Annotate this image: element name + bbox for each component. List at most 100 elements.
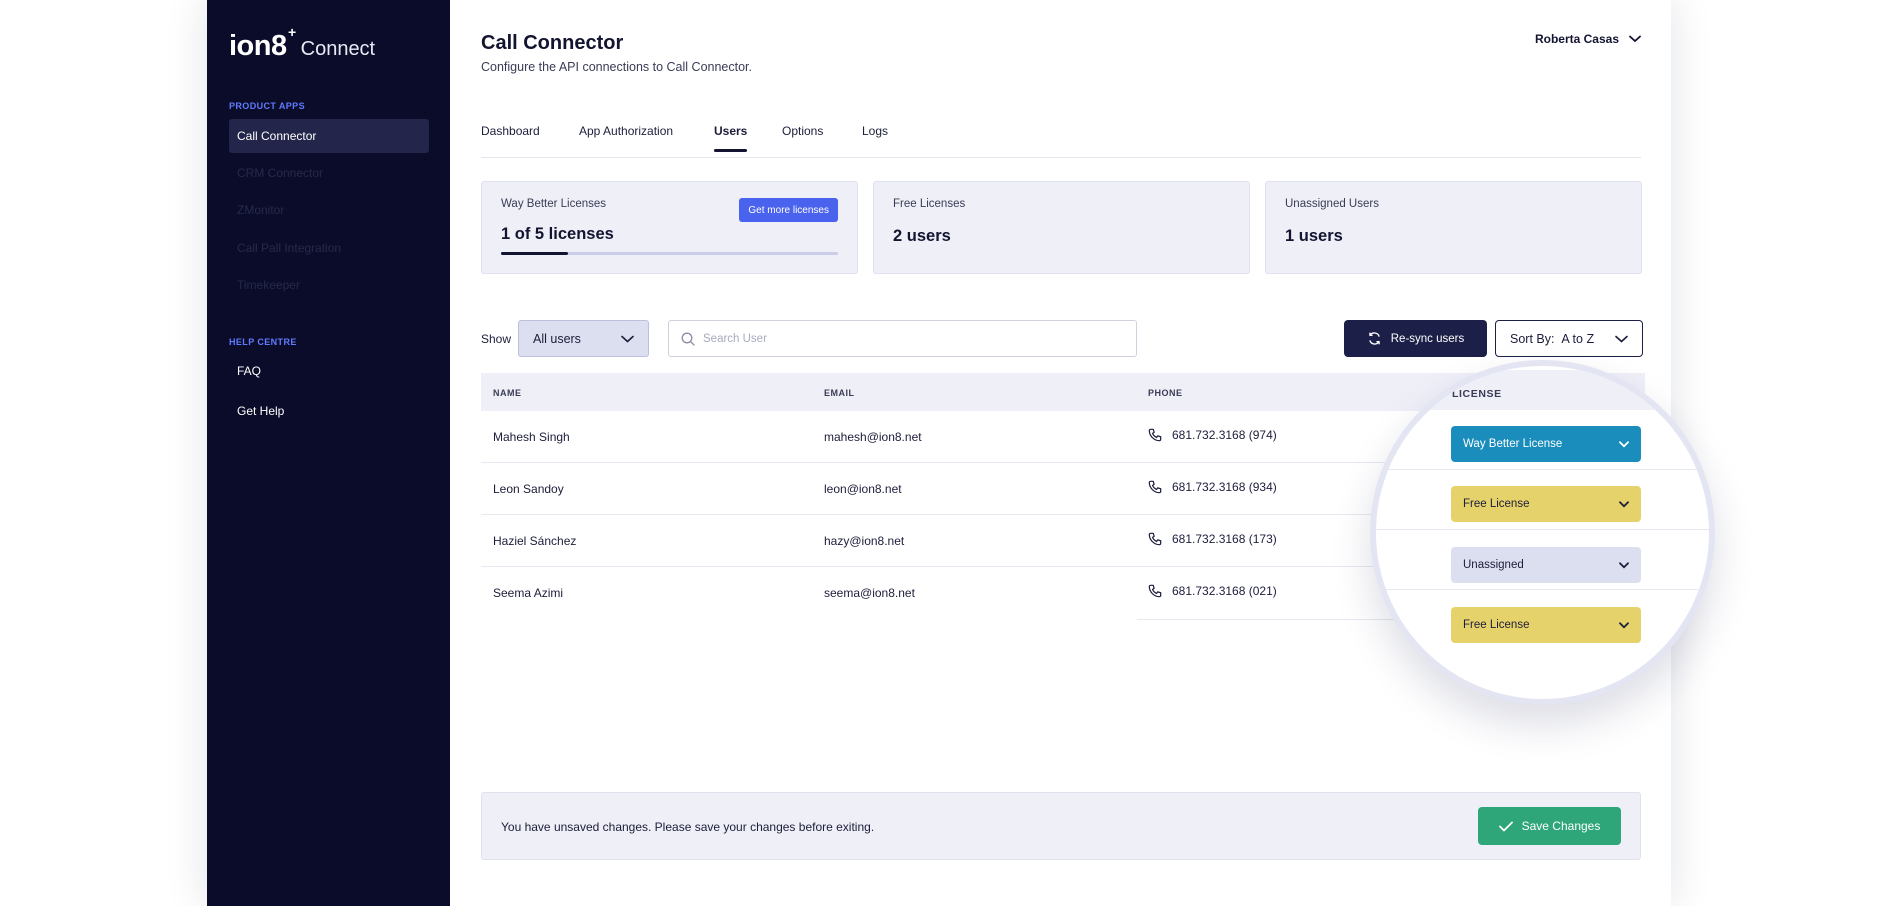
header-name: NAME <box>493 388 522 398</box>
phone-icon <box>1148 480 1162 494</box>
sidebar-item-get-help[interactable]: Get Help <box>229 394 429 428</box>
phone-icon <box>1148 584 1162 598</box>
chevron-down-icon <box>1619 500 1629 507</box>
user-phone-cell: 681.732.3168 (173) <box>1148 532 1277 546</box>
search-input[interactable] <box>703 332 1123 345</box>
license-value: Free License <box>1463 619 1530 631</box>
card-value: 2 users <box>893 227 951 245</box>
user-phone-cell: 681.732.3168 (934) <box>1148 480 1277 494</box>
sort-by-select[interactable]: Sort By: A to Z <box>1495 320 1643 357</box>
save-label: Save Changes <box>1521 819 1601 833</box>
resync-users-button[interactable]: Re-sync users <box>1344 320 1487 357</box>
resync-label: Re-sync users <box>1390 332 1465 345</box>
help-centre-label: HELP CENTRE <box>229 337 297 347</box>
user-menu[interactable]: Roberta Casas <box>1535 32 1641 46</box>
tab-users[interactable]: Users <box>714 124 748 158</box>
logo-mark: ion8 + <box>229 24 296 63</box>
chevron-down-icon <box>1629 35 1641 43</box>
card-value: 1 users <box>1285 227 1343 245</box>
product-apps-label: PRODUCT APPS <box>229 101 305 111</box>
search-icon <box>681 332 695 346</box>
search-box <box>668 320 1137 357</box>
license-value: Free License <box>1463 498 1530 510</box>
user-name-cell: Mahesh Singh <box>493 430 570 444</box>
license-select-seema[interactable]: Free License <box>1451 607 1641 643</box>
logo-plus: + <box>287 24 296 40</box>
card-label: Free Licenses <box>893 198 966 210</box>
license-magnifier: LICENSE Way Better License Free License … <box>1370 360 1715 705</box>
sidebar-item-call-pall-integration[interactable]: Call Pall Integration <box>229 231 429 265</box>
user-email-cell: seema@ion8.net <box>824 586 915 600</box>
page-subtitle: Configure the API connections to Call Co… <box>481 60 752 74</box>
sidebar-item-faq[interactable]: FAQ <box>229 354 429 388</box>
tab-app-authorization[interactable]: App Authorization <box>579 124 673 158</box>
phone-number: 681.732.3168 (934) <box>1172 480 1277 494</box>
chevron-down-icon <box>1619 561 1629 568</box>
sidebar: ion8 + Connect PRODUCT APPS Call Connecto… <box>207 0 450 906</box>
user-name: Roberta Casas <box>1534 32 1619 46</box>
magnifier-content: LICENSE Way Better License Free License … <box>1376 366 1709 699</box>
tab-bar: Dashboard App Authorization Users Option… <box>481 124 1641 158</box>
chevron-down-icon <box>1615 335 1628 343</box>
license-value: Way Better License <box>1463 438 1563 450</box>
magnifier-header <box>1376 370 1709 410</box>
header-phone: PHONE <box>1148 388 1183 398</box>
page-title: Call Connector <box>481 32 624 54</box>
phone-number: 681.732.3168 (173) <box>1172 532 1277 546</box>
user-email-cell: hazy@ion8.net <box>824 534 905 548</box>
card-value: 1 of 5 licenses <box>501 225 614 243</box>
card-free-licenses: Free Licenses 2 users <box>873 181 1250 274</box>
license-select-mahesh[interactable]: Way Better License <box>1451 426 1641 462</box>
row-divider <box>1376 529 1709 530</box>
tab-options[interactable]: Options <box>782 124 823 158</box>
brand-logo: ion8 + Connect <box>229 24 376 63</box>
phone-icon <box>1148 428 1162 442</box>
card-label: Unassigned Users <box>1285 198 1379 210</box>
card-unassigned-users: Unassigned Users 1 users <box>1265 181 1642 274</box>
chevron-down-icon <box>1619 440 1629 447</box>
show-label: Show <box>481 332 512 346</box>
license-value: Unassigned <box>1463 559 1524 571</box>
user-email-cell: mahesh@ion8.net <box>824 430 922 444</box>
row-divider <box>1376 589 1709 590</box>
user-email-cell: leon@ion8.net <box>824 482 902 496</box>
card-label: Way Better Licenses <box>501 198 607 210</box>
show-users-value: All users <box>533 331 581 346</box>
card-way-better-licenses: Way Better Licenses Get more licenses 1 … <box>481 181 858 274</box>
show-users-select[interactable]: All users <box>518 320 649 357</box>
sync-icon <box>1368 332 1380 345</box>
sidebar-item-timekeeper[interactable]: Timekeeper <box>229 268 429 302</box>
row-divider <box>1376 469 1709 470</box>
license-select-haziel[interactable]: Unassigned <box>1451 547 1641 583</box>
unsaved-changes-bar: You have unsaved changes. Please save yo… <box>481 792 1641 860</box>
header-email: EMAIL <box>824 388 855 398</box>
license-progress-bar <box>501 252 838 255</box>
license-progress-fill <box>501 252 569 255</box>
filter-bar: Show All users Re-sync users Sort By: A … <box>481 319 1643 359</box>
sort-value: A to Z <box>1561 331 1595 346</box>
sidebar-item-crm-connector[interactable]: CRM Connector <box>229 156 429 190</box>
user-name-cell: Seema Azimi <box>493 586 564 600</box>
user-phone-cell: 681.732.3168 (974) <box>1148 428 1277 442</box>
sidebar-item-zmonitor[interactable]: ZMonitor <box>229 193 429 227</box>
phone-number: 681.732.3168 (021) <box>1172 584 1277 598</box>
phone-icon <box>1148 532 1162 546</box>
header-license: LICENSE <box>1452 388 1502 400</box>
logo-text: ion8 <box>229 30 287 62</box>
chevron-down-icon <box>621 335 634 343</box>
user-name-cell: Haziel Sánchez <box>493 534 577 548</box>
sort-by-text: Sort By: A to Z <box>1510 332 1594 346</box>
get-more-licenses-button[interactable]: Get more licenses <box>739 198 838 222</box>
tab-dashboard[interactable]: Dashboard <box>481 124 540 158</box>
unsaved-message: You have unsaved changes. Please save yo… <box>501 820 875 834</box>
user-phone-cell: 681.732.3168 (021) <box>1148 584 1277 598</box>
phone-number: 681.732.3168 (974) <box>1172 428 1277 442</box>
sidebar-item-call-connector[interactable]: Call Connector <box>229 119 429 153</box>
license-select-leon[interactable]: Free License <box>1451 486 1641 522</box>
save-changes-button[interactable]: Save Changes <box>1478 807 1621 845</box>
sort-label: Sort By: <box>1510 331 1555 346</box>
user-name-cell: Leon Sandoy <box>493 482 564 496</box>
tab-logs[interactable]: Logs <box>862 124 888 158</box>
product-name: Connect <box>300 38 376 60</box>
check-icon <box>1498 821 1513 831</box>
